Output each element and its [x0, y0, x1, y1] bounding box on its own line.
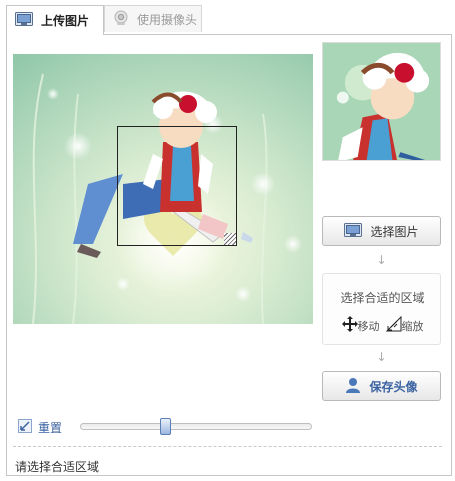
down-arrow-icon: ↓ [376, 350, 387, 364]
picture-icon [15, 12, 33, 29]
save-avatar-label: 保存头像 [369, 379, 418, 394]
crop-instructions-title: 选择合适的区域 [340, 291, 425, 305]
save-avatar-button[interactable]: 保存头像 [322, 371, 441, 401]
select-image-button[interactable]: 选择图片 [322, 216, 441, 246]
tab-bar: 上传图片 使用摄像头 [0, 0, 455, 36]
avatar-preview [322, 42, 441, 161]
image-crop-area[interactable] [13, 54, 313, 324]
select-image-label: 选择图片 [370, 224, 419, 239]
reset-label: 重置 [38, 421, 63, 435]
webcam-icon [113, 10, 129, 29]
divider [13, 446, 442, 447]
crop-instructions-actions: 移动 缩放 [323, 315, 442, 335]
zoom-icon [385, 315, 402, 335]
avatar-preview-image [323, 43, 440, 160]
tab-upload-image-label: 上传图片 [41, 14, 90, 28]
picture-icon [344, 222, 363, 240]
reset-button[interactable]: 重置 [18, 419, 62, 436]
tab-use-webcam[interactable]: 使用摄像头 [104, 5, 202, 32]
move-label: 移动 [357, 319, 380, 333]
down-arrow-icon: ↓ [376, 253, 387, 267]
crop-instructions: 选择合适的区域 移动 缩放 [322, 273, 441, 345]
tab-use-webcam-label: 使用摄像头 [137, 12, 198, 27]
move-icon [341, 316, 358, 335]
status-text: 请选择合适区域 [15, 460, 100, 474]
zoom-slider[interactable] [80, 418, 312, 435]
crop-selection-box[interactable] [117, 126, 237, 246]
zoom-slider-handle[interactable] [160, 418, 171, 435]
zoom-label: 缩放 [401, 319, 424, 333]
reset-icon [18, 419, 32, 436]
crop-resize-handle[interactable] [224, 233, 236, 245]
user-icon [345, 377, 361, 396]
tab-upload-image[interactable]: 上传图片 [6, 5, 104, 35]
